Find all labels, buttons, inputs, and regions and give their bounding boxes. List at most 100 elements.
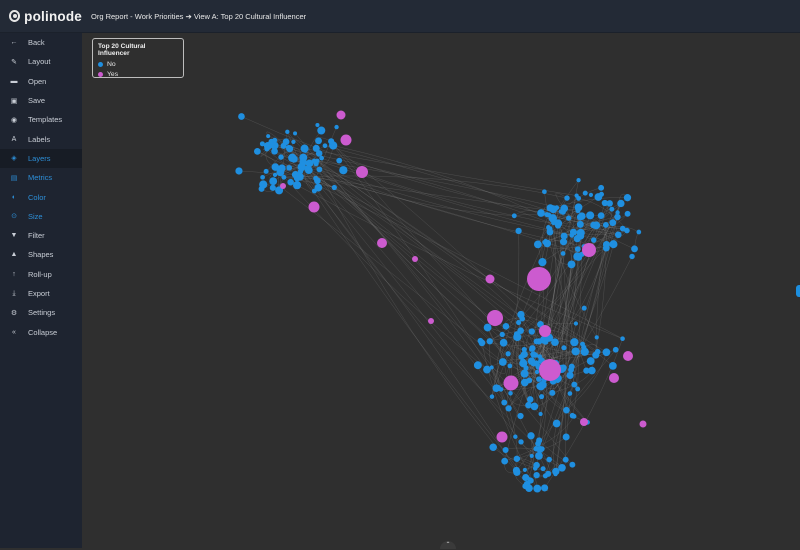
sidebar-item-open[interactable]: ▬ Open xyxy=(0,72,82,91)
graph-node xyxy=(636,229,642,235)
graph-node xyxy=(334,124,339,130)
graph-node xyxy=(473,361,482,370)
sidebar-item-label: Filter xyxy=(28,231,45,241)
graph-node xyxy=(562,456,569,463)
sidebar-item-collapse[interactable]: « Collapse xyxy=(0,322,82,341)
graph-node xyxy=(592,351,600,359)
sidebar-item-layout[interactable]: ✎ Layout xyxy=(0,52,82,71)
graph-node xyxy=(553,471,558,477)
polinode-logo[interactable]: polinode xyxy=(9,9,82,24)
graph-node xyxy=(518,439,524,445)
graph-node-influencer xyxy=(580,418,588,426)
graph-node xyxy=(590,237,597,243)
sidebar-item-filter[interactable]: ▼ Filter xyxy=(0,226,82,245)
logo-text: polinode xyxy=(24,8,82,24)
graph-node xyxy=(314,177,321,185)
legend-label: No xyxy=(107,60,116,68)
chevron-up-icon: ⌃ xyxy=(445,542,451,548)
sidebar-item-label: Labels xyxy=(28,134,51,144)
graph-node xyxy=(598,184,605,191)
graph-node-influencer xyxy=(428,318,434,324)
graph-node xyxy=(574,246,581,252)
sidebar-item-metrics[interactable]: ▤ Metrics xyxy=(0,168,82,187)
graph-node xyxy=(286,164,293,171)
graph-node xyxy=(569,412,576,419)
sidebar-item-label: Export xyxy=(28,289,50,298)
graph-node xyxy=(529,453,534,459)
color-drop-icon: ◐ xyxy=(11,193,17,201)
graph-node xyxy=(489,443,497,452)
sidebar-item-export[interactable]: ⤓ Export xyxy=(0,284,82,303)
graph-node xyxy=(597,212,605,219)
graph-node-influencer xyxy=(503,375,519,391)
graph-node xyxy=(590,221,597,229)
graph-node xyxy=(313,160,319,167)
sidebar-item-size[interactable]: ⊙ Size xyxy=(0,207,82,226)
graph-node xyxy=(339,166,348,175)
graph-node xyxy=(272,137,278,143)
sidebar-item-layers[interactable]: ◈ Layers xyxy=(0,148,82,169)
network-graph[interactable] xyxy=(83,33,800,548)
legend-swatch-yes xyxy=(98,71,103,77)
graph-node xyxy=(305,159,314,168)
graph-node xyxy=(614,213,621,221)
graph-node xyxy=(582,190,588,196)
graph-node xyxy=(571,347,580,356)
graph-node xyxy=(291,139,296,144)
sidebar-item-settings[interactable]: ⚙ Settings xyxy=(0,303,82,322)
graph-node xyxy=(533,360,540,367)
arrow-left-icon: ← xyxy=(10,39,18,47)
calculator-icon: ▤ xyxy=(10,174,18,182)
sidebar-item-label: Settings xyxy=(28,308,56,318)
graph-node xyxy=(564,195,570,201)
sidebar-item-label: Shapes xyxy=(28,250,54,260)
graph-node xyxy=(292,181,302,190)
sidebar-item-label: Metrics xyxy=(28,173,53,183)
sidebar-item-back[interactable]: ← Back xyxy=(0,33,82,52)
logo-mark-icon xyxy=(9,10,21,22)
graph-node xyxy=(541,484,549,492)
graph-node xyxy=(297,168,304,175)
graph-node xyxy=(571,381,578,388)
graph-node xyxy=(511,213,517,219)
graph-node xyxy=(517,327,524,334)
legend-swatch-no xyxy=(98,61,103,67)
graph-node xyxy=(554,222,562,229)
sidebar-item-labels[interactable]: A Labels xyxy=(0,129,82,148)
network-graph-canvas[interactable]: Top 20 Cultural Influencer No Yes xyxy=(83,33,800,548)
graph-node xyxy=(520,358,526,364)
double-chevron-left-icon: « xyxy=(12,328,16,336)
graph-node xyxy=(499,331,505,338)
graph-node xyxy=(540,466,546,472)
graph-node xyxy=(535,452,543,460)
graph-node xyxy=(551,338,559,347)
sidebar-item-save[interactable]: ▣ Save xyxy=(0,91,82,110)
right-panel-handle[interactable] xyxy=(796,285,800,297)
sidebar-item-shapes[interactable]: ▲ Shapes xyxy=(0,245,82,264)
sidebar-item-roll-up[interactable]: ↑ Roll-up xyxy=(0,265,82,284)
graph-node xyxy=(525,484,533,493)
graph-node xyxy=(494,384,502,392)
graph-node xyxy=(542,189,547,195)
graph-node xyxy=(336,157,343,164)
graph-node xyxy=(526,396,534,403)
graph-node xyxy=(624,210,631,217)
legend-item-no: No xyxy=(98,59,178,69)
sidebar-item-label: Templates xyxy=(28,115,63,125)
graph-node xyxy=(554,205,560,211)
graph-node xyxy=(534,240,542,249)
graph-node xyxy=(235,167,243,175)
gear-icon: ⚙ xyxy=(10,309,18,317)
legend-item-yes: Yes xyxy=(98,69,178,79)
graph-node xyxy=(287,178,294,186)
graph-node xyxy=(581,305,587,311)
graph-node xyxy=(619,225,626,232)
graph-node xyxy=(612,346,619,353)
graph-node xyxy=(489,365,494,370)
graph-node xyxy=(270,141,279,150)
graph-node xyxy=(536,437,543,444)
graph-node xyxy=(560,364,567,372)
sidebar-item-templates[interactable]: ◉ Templates xyxy=(0,110,82,129)
sidebar-item-color[interactable]: ◐ Color xyxy=(0,187,82,206)
graph-node xyxy=(562,233,567,238)
